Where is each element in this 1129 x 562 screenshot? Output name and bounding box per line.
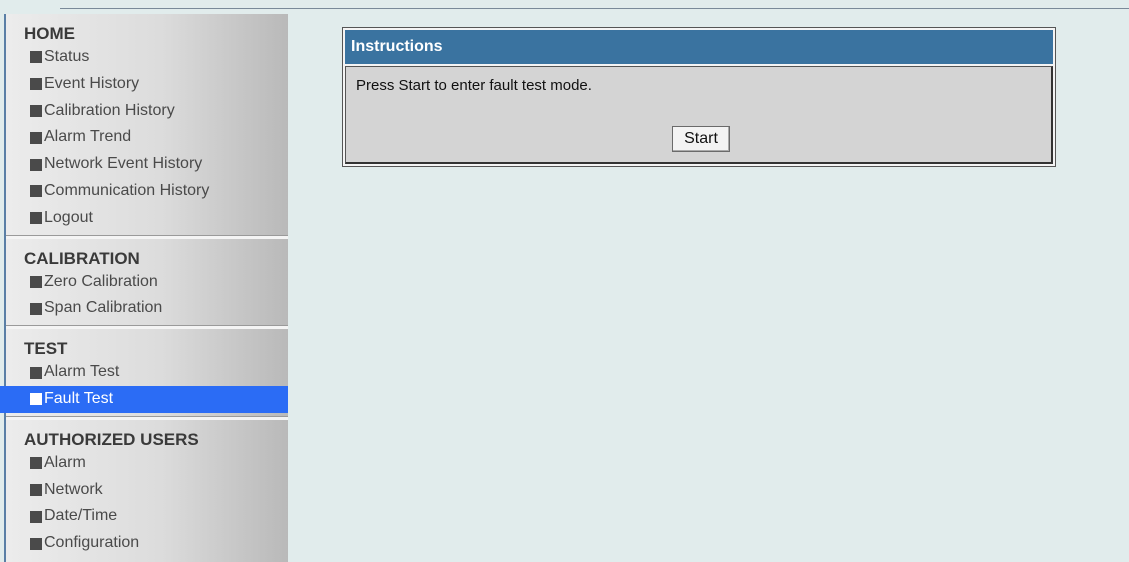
- square-bullet-icon: [30, 51, 42, 64]
- nav-item-date-time[interactable]: Date/Time: [6, 503, 288, 530]
- nav-item-network-event-history[interactable]: Network Event History: [6, 151, 288, 178]
- nav-item-zero-calibration[interactable]: Zero Calibration: [6, 269, 288, 296]
- nav-item-label: Event History: [44, 74, 140, 92]
- nav-section-title: TEST: [24, 339, 68, 359]
- nav-item-event-history[interactable]: Event History: [6, 71, 288, 98]
- square-bullet-icon: [30, 212, 42, 225]
- nav-section-title: AUTHORIZED USERS: [24, 429, 199, 449]
- nav-item-label: Network Event History: [44, 155, 203, 173]
- nav-item-label: Alarm Trend: [44, 128, 132, 146]
- sidebar-nav: HOME Status Event History Calibration Hi…: [0, 14, 288, 562]
- nav-section-calibration: CALIBRATION Zero Calibration Span Calibr…: [6, 239, 288, 330]
- nav-item-label: Network: [44, 480, 103, 498]
- nav-section-title: HOME: [24, 24, 75, 43]
- square-bullet-icon: [30, 158, 42, 171]
- top-divider: [60, 8, 1129, 9]
- start-button[interactable]: Start: [672, 126, 730, 152]
- nav-item-status[interactable]: Status: [6, 44, 288, 71]
- nav-item-label: Span Calibration: [44, 299, 163, 317]
- square-bullet-icon: [30, 131, 42, 144]
- nav-item-label: Communication History: [44, 181, 210, 199]
- nav-item-fault-test[interactable]: Fault Test: [0, 385, 288, 413]
- square-bullet-icon: [30, 537, 42, 550]
- instruction-message: Press Start to enter fault test mode.: [356, 77, 592, 94]
- square-bullet-icon: [30, 510, 42, 523]
- nav-item-label: Fault Test: [44, 389, 114, 407]
- nav-item-communication-history[interactable]: Communication History: [6, 178, 288, 205]
- nav-item-calibration-history[interactable]: Calibration History: [6, 98, 288, 125]
- nav-item-label: Alarm: [44, 453, 86, 471]
- nav-item-logout[interactable]: Logout: [6, 205, 288, 232]
- nav-item-configuration[interactable]: Configuration: [6, 530, 288, 557]
- square-bullet-icon: [30, 104, 42, 117]
- nav-section-authorized-users: AUTHORIZED USERS Alarm Network Date/Time…: [6, 420, 288, 561]
- nav-section-home: HOME Status Event History Calibration Hi…: [6, 14, 288, 239]
- nav-item-alarm[interactable]: Alarm: [6, 450, 288, 477]
- square-bullet-icon: [30, 185, 42, 198]
- nav-item-label: Zero Calibration: [44, 272, 158, 290]
- nav-item-alarm-trend[interactable]: Alarm Trend: [6, 124, 288, 151]
- square-bullet-icon: [30, 275, 42, 288]
- nav-item-label: Logout: [44, 208, 93, 226]
- panel-title: Instructions: [345, 30, 1053, 64]
- nav-section-test: TEST Alarm Test Fault Test: [0, 329, 288, 420]
- square-bullet-icon: [30, 393, 42, 406]
- panel-body: Press Start to enter fault test mode. St…: [345, 66, 1053, 164]
- square-bullet-icon: [30, 302, 42, 315]
- square-bullet-icon: [30, 483, 42, 496]
- nav-item-label: Alarm Test: [44, 363, 120, 381]
- nav-item-alarm-test[interactable]: Alarm Test: [6, 359, 288, 386]
- square-bullet-icon: [30, 457, 42, 470]
- square-bullet-icon: [30, 366, 42, 379]
- square-bullet-icon: [30, 78, 42, 91]
- nav-item-network[interactable]: Network: [6, 477, 288, 504]
- nav-item-label: Date/Time: [44, 507, 118, 525]
- nav-item-label: Calibration History: [44, 101, 175, 119]
- instructions-panel: Instructions Press Start to enter fault …: [342, 27, 1056, 167]
- nav-item-span-calibration[interactable]: Span Calibration: [6, 295, 288, 322]
- nav-item-label: Configuration: [44, 534, 140, 552]
- nav-item-label: Status: [44, 48, 90, 65]
- nav-section-title: CALIBRATION: [24, 248, 140, 268]
